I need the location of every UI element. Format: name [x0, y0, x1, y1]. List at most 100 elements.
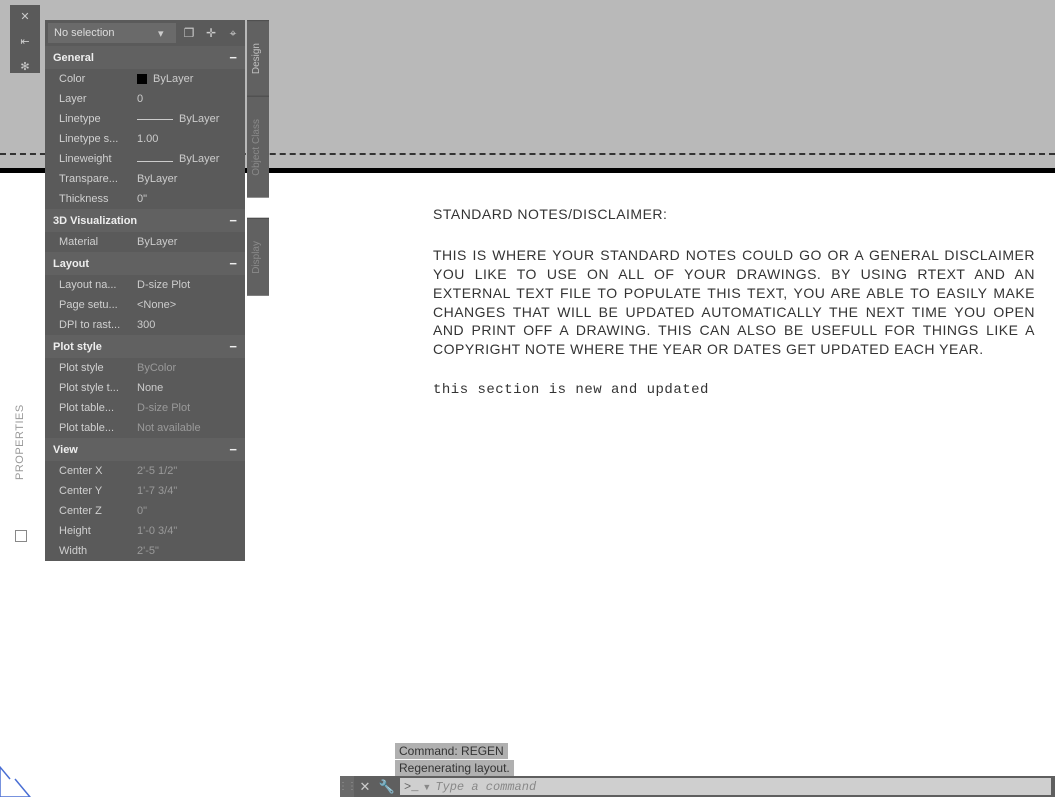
- property-value[interactable]: 2'-5 1/2": [135, 465, 245, 477]
- property-label: Plot table...: [59, 402, 135, 414]
- property-value[interactable]: ByLayer: [135, 113, 245, 125]
- property-value[interactable]: Not available: [135, 422, 245, 434]
- property-value[interactable]: D-size Plot: [135, 279, 245, 291]
- property-row[interactable]: Center X2'-5 1/2": [45, 461, 245, 481]
- property-row[interactable]: DPI to rast...300: [45, 315, 245, 335]
- panel-title: PROPERTIES: [14, 404, 26, 480]
- section-general[interactable]: General −: [45, 46, 245, 69]
- property-value[interactable]: 2'-5": [135, 545, 245, 557]
- drag-handle-icon[interactable]: ⋮⋮: [340, 776, 354, 797]
- property-row[interactable]: Height1'-0 3/4": [45, 521, 245, 541]
- property-label: Plot style t...: [59, 382, 135, 394]
- command-input[interactable]: Type a command: [435, 780, 1047, 794]
- property-row[interactable]: Page setu...<None>: [45, 295, 245, 315]
- property-label: Transpare...: [59, 173, 135, 185]
- section-layout[interactable]: Layout −: [45, 252, 245, 275]
- property-row[interactable]: MaterialByLayer: [45, 232, 245, 252]
- property-value[interactable]: ByLayer: [135, 153, 245, 165]
- options-icon[interactable]: ✻: [20, 60, 29, 73]
- tab-design[interactable]: Design: [247, 20, 269, 96]
- property-label: Center X: [59, 465, 135, 477]
- property-label: Plot style: [59, 362, 135, 374]
- property-row[interactable]: LinetypeByLayer: [45, 109, 245, 129]
- pin-icon[interactable]: ⇤: [20, 35, 29, 48]
- property-value[interactable]: 1'-0 3/4": [135, 525, 245, 537]
- customize-icon[interactable]: 🔧: [376, 776, 398, 797]
- property-label: DPI to rast...: [59, 319, 135, 331]
- property-label: Linetype s...: [59, 133, 135, 145]
- property-value[interactable]: D-size Plot: [135, 402, 245, 414]
- notes-title: STANDARD NOTES/DISCLAIMER:: [433, 205, 1035, 224]
- tab-display[interactable]: Display: [247, 218, 269, 296]
- command-history-line: Command: REGEN: [395, 743, 508, 759]
- property-value[interactable]: None: [135, 382, 245, 394]
- command-history-line: Regenerating layout.: [395, 760, 514, 776]
- property-label: Color: [59, 73, 135, 85]
- property-value[interactable]: 1'-7 3/4": [135, 485, 245, 497]
- property-label: Thickness: [59, 193, 135, 205]
- panel-titlebar: ✕ ⇤ ✻: [10, 5, 40, 73]
- notes-updated: this section is new and updated: [433, 381, 1035, 400]
- tab-object-class[interactable]: Object Class: [247, 96, 269, 198]
- property-value[interactable]: ByLayer: [135, 73, 245, 85]
- linetype-sample-icon: [137, 119, 173, 120]
- property-label: Plot table...: [59, 422, 135, 434]
- section-label: General: [53, 52, 94, 64]
- property-row[interactable]: ColorByLayer: [45, 69, 245, 89]
- section-label: Plot style: [53, 341, 102, 353]
- property-label: Material: [59, 236, 135, 248]
- section-plot-style[interactable]: Plot style −: [45, 335, 245, 358]
- property-row[interactable]: Layer0: [45, 89, 245, 109]
- property-label: Layout na...: [59, 279, 135, 291]
- lineweight-sample-icon: [137, 156, 173, 162]
- property-label: Linetype: [59, 113, 135, 125]
- section-3d-visualization[interactable]: 3D Visualization −: [45, 209, 245, 232]
- toggle-pickadd-icon[interactable]: ❐: [180, 24, 198, 42]
- color-swatch-icon: [137, 74, 147, 84]
- property-value[interactable]: 1.00: [135, 133, 245, 145]
- property-row[interactable]: Layout na...D-size Plot: [45, 275, 245, 295]
- command-input-wrap[interactable]: >_ ▼ Type a command: [400, 778, 1051, 795]
- section-label: View: [53, 444, 78, 456]
- property-row[interactable]: Plot style t...None: [45, 378, 245, 398]
- command-bar: ⋮⋮ ✕ 🔧 >_ ▼ Type a command: [340, 776, 1055, 797]
- property-row[interactable]: Plot table...D-size Plot: [45, 398, 245, 418]
- property-value[interactable]: ByLayer: [135, 173, 245, 185]
- selection-dropdown[interactable]: No selection ▾: [48, 23, 176, 43]
- side-tabs: Design Object Class Display: [247, 20, 269, 296]
- property-row[interactable]: Plot table...Not available: [45, 418, 245, 438]
- selection-row: No selection ▾ ❐ ✛ ⌖: [45, 20, 245, 46]
- property-row[interactable]: Transpare...ByLayer: [45, 169, 245, 189]
- property-value[interactable]: 300: [135, 319, 245, 331]
- collapse-icon: −: [229, 442, 237, 457]
- property-value[interactable]: 0": [135, 505, 245, 517]
- property-value[interactable]: <None>: [135, 299, 245, 311]
- property-row[interactable]: Center Y1'-7 3/4": [45, 481, 245, 501]
- property-row[interactable]: Linetype s...1.00: [45, 129, 245, 149]
- property-value[interactable]: ByColor: [135, 362, 245, 374]
- chevron-down-icon[interactable]: ▼: [422, 782, 431, 792]
- collapse-icon: −: [229, 256, 237, 271]
- drawing-canvas[interactable]: STANDARD NOTES/DISCLAIMER: THIS IS WHERE…: [433, 205, 1035, 400]
- layout-mode-icon[interactable]: [15, 530, 27, 542]
- close-commandline-icon[interactable]: ✕: [354, 776, 376, 797]
- property-row[interactable]: Width2'-5": [45, 541, 245, 561]
- property-row[interactable]: Thickness0": [45, 189, 245, 209]
- property-label: Center Z: [59, 505, 135, 517]
- collapse-icon: −: [229, 339, 237, 354]
- property-value[interactable]: ByLayer: [135, 236, 245, 248]
- section-view[interactable]: View −: [45, 438, 245, 461]
- property-value[interactable]: 0: [135, 93, 245, 105]
- ucs-origin-icon[interactable]: [0, 757, 40, 797]
- quick-select-icon[interactable]: ⌖: [224, 24, 242, 42]
- property-value[interactable]: 0": [135, 193, 245, 205]
- property-row[interactable]: Center Z0": [45, 501, 245, 521]
- collapse-icon: −: [229, 50, 237, 65]
- property-label: Center Y: [59, 485, 135, 497]
- property-row[interactable]: Plot styleByColor: [45, 358, 245, 378]
- select-objects-icon[interactable]: ✛: [202, 24, 220, 42]
- command-history: Command: REGEN Regenerating layout.: [395, 742, 514, 776]
- command-prompt-icon: >_: [404, 780, 418, 794]
- property-row[interactable]: LineweightByLayer: [45, 149, 245, 169]
- close-icon[interactable]: ✕: [20, 10, 29, 23]
